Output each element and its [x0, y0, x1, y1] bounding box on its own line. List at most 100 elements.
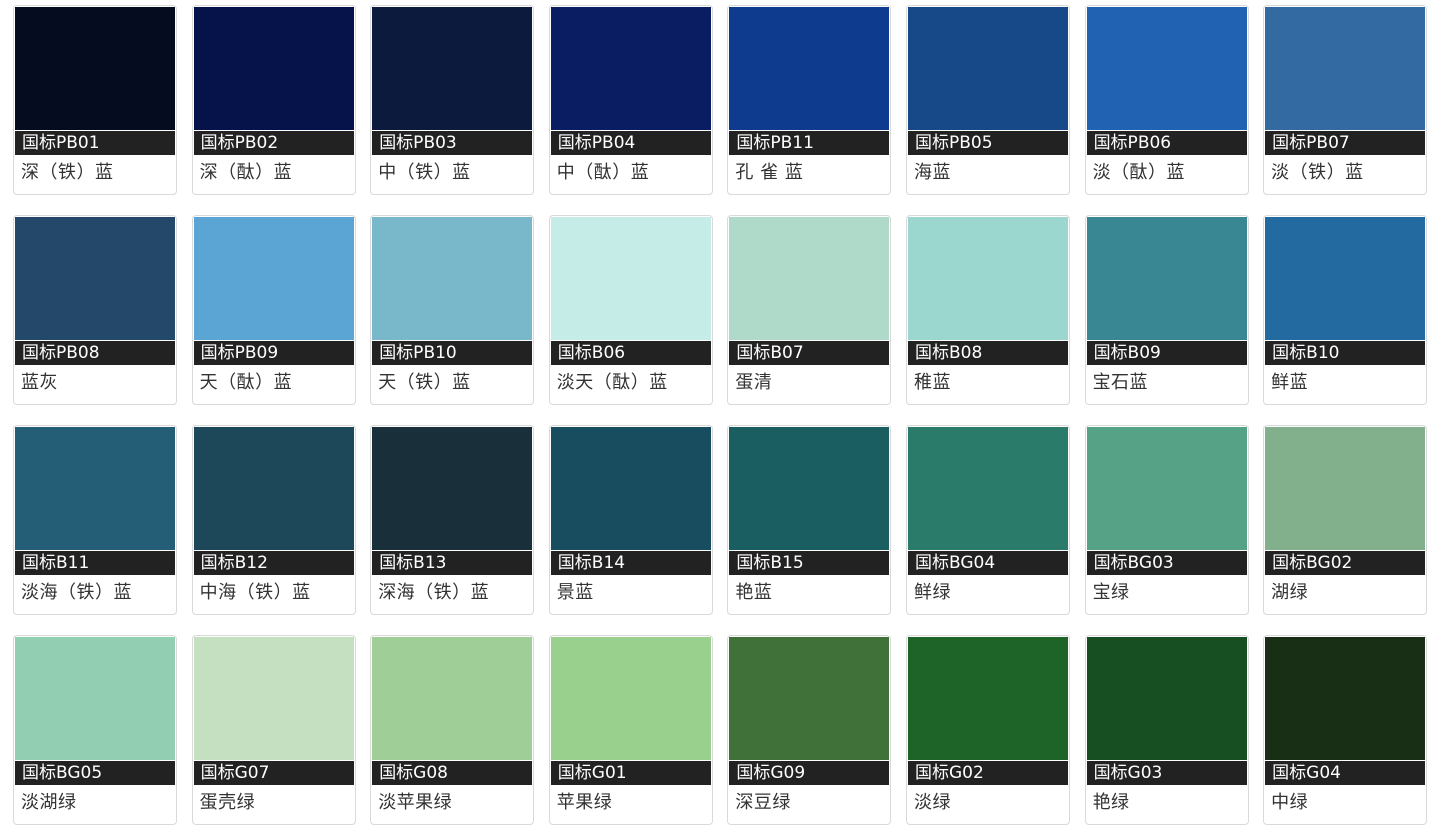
color-name-label: 中（酞）蓝	[556, 162, 650, 183]
color-chip	[1086, 7, 1247, 130]
color-chip	[550, 217, 711, 340]
color-code-label: 国标G08	[372, 761, 533, 785]
color-chip	[15, 427, 175, 550]
color-name-label: 景蓝	[556, 582, 594, 603]
color-swatch-card[interactable]: 国标B06 淡天（酞）蓝	[548, 215, 713, 405]
color-name-label: 天（铁）蓝	[378, 372, 471, 393]
color-swatch-card[interactable]: 国标B10 鲜蓝	[1263, 215, 1428, 405]
color-chip	[729, 427, 890, 550]
color-name-label: 淡海（铁）蓝	[21, 582, 132, 603]
color-name-label: 海蓝	[913, 162, 951, 183]
color-code-label: 国标PB04	[550, 131, 711, 155]
color-code-label: 国标PB01	[15, 131, 175, 155]
color-name-label: 淡（铁）蓝	[1271, 162, 1364, 183]
color-code-label: 国标BG04	[907, 551, 1068, 575]
color-code-label: 国标G02	[907, 761, 1068, 785]
color-name-label: 蓝灰	[21, 372, 58, 393]
color-code-label: 国标PB10	[372, 341, 533, 365]
color-swatch-card[interactable]: 国标B08 稚蓝	[905, 215, 1070, 405]
color-chip	[729, 217, 890, 340]
color-swatch-card[interactable]: 国标BG04 鲜绿	[905, 425, 1070, 615]
color-chip	[907, 217, 1068, 340]
color-swatch-card[interactable]: 国标B14 景蓝	[548, 425, 713, 615]
color-swatch-card[interactable]: 国标G03 艳绿	[1084, 635, 1249, 825]
color-swatch-card[interactable]: 国标G04 中绿	[1263, 635, 1428, 825]
color-chip	[907, 637, 1068, 760]
color-swatch-card[interactable]: 国标PB07 淡（铁）蓝	[1263, 5, 1428, 195]
color-name-label: 鲜蓝	[1271, 372, 1309, 393]
color-swatch-grid: 国标PB01 深（铁）蓝 国标PB02 深（酞）蓝 国标PB03 中（铁）蓝 国标PB04 中…	[13, 5, 1428, 825]
color-chip	[729, 7, 890, 130]
color-chip	[1086, 637, 1247, 760]
color-swatch-card[interactable]: 国标PB02 深（酞）蓝	[191, 5, 356, 195]
color-chip	[15, 7, 175, 130]
color-name-label: 中海（铁）蓝	[199, 582, 311, 603]
color-code-label: 国标B12	[193, 551, 354, 575]
color-code-label: 国标BG03	[1086, 551, 1247, 575]
color-swatch-card[interactable]: 国标PB08 蓝灰	[13, 215, 177, 405]
color-swatch-card[interactable]: 国标B11 淡海（铁）蓝	[13, 425, 177, 615]
color-chip	[907, 427, 1068, 550]
color-name-label: 苹果绿	[556, 792, 613, 813]
color-swatch-card[interactable]: 国标G09 深豆绿	[727, 635, 892, 825]
color-code-label: 国标PB11	[729, 131, 890, 155]
color-code-label: 国标PB07	[1265, 131, 1426, 155]
color-chip	[15, 637, 175, 760]
color-swatch-card[interactable]: 国标PB05 海蓝	[905, 5, 1070, 195]
color-swatch-card[interactable]: 国标BG05 淡湖绿	[13, 635, 177, 825]
color-swatch-card[interactable]: 国标G07 蛋壳绿	[191, 635, 356, 825]
color-name-label: 艳绿	[1092, 792, 1130, 813]
color-chip	[372, 217, 533, 340]
color-swatch-card[interactable]: 国标G08 淡苹果绿	[370, 635, 535, 825]
color-name-label: 宝绿	[1092, 582, 1130, 603]
color-code-label: 国标G03	[1086, 761, 1247, 785]
color-chip	[1265, 427, 1426, 550]
color-swatch-card[interactable]: 国标B15 艳蓝	[727, 425, 892, 615]
color-code-label: 国标PB09	[193, 341, 354, 365]
color-swatch-card[interactable]: 国标B13 深海（铁）蓝	[370, 425, 535, 615]
color-swatch-card[interactable]: 国标BG03 宝绿	[1084, 425, 1249, 615]
color-swatch-card[interactable]: 国标BG02 湖绿	[1263, 425, 1428, 615]
color-name-label: 蛋清	[735, 372, 773, 393]
color-chip	[550, 637, 711, 760]
color-swatch-card[interactable]: 国标B12 中海（铁）蓝	[191, 425, 356, 615]
color-swatch-card[interactable]: 国标G02 淡绿	[905, 635, 1070, 825]
color-name-label: 深（酞）蓝	[199, 162, 293, 183]
color-swatch-card[interactable]: 国标G01 苹果绿	[548, 635, 713, 825]
color-chip	[550, 7, 711, 130]
color-swatch-card[interactable]: 国标B09 宝石蓝	[1084, 215, 1249, 405]
color-code-label: 国标PB08	[15, 341, 175, 365]
color-swatch-card[interactable]: 国标PB03 中（铁）蓝	[370, 5, 535, 195]
color-chip	[372, 637, 533, 760]
color-chip	[193, 7, 354, 130]
color-code-label: 国标G07	[193, 761, 354, 785]
color-name-label: 蛋壳绿	[199, 792, 256, 813]
color-swatch-card[interactable]: 国标PB11 孔 雀 蓝	[727, 5, 892, 195]
color-code-label: 国标PB02	[193, 131, 354, 155]
color-name-label: 中（铁）蓝	[378, 162, 471, 183]
color-code-label: 国标B11	[15, 551, 175, 575]
color-code-label: 国标B10	[1265, 341, 1426, 365]
color-chip	[193, 637, 354, 760]
color-swatch-card[interactable]: 国标PB04 中（酞）蓝	[548, 5, 713, 195]
color-name-label: 淡苹果绿	[378, 792, 453, 813]
color-swatch-card[interactable]: 国标PB10 天（铁）蓝	[370, 215, 535, 405]
color-name-label: 深海（铁）蓝	[378, 582, 490, 603]
color-swatch-card[interactable]: 国标PB06 淡（酞）蓝	[1084, 5, 1249, 195]
color-code-label: 国标B07	[729, 341, 890, 365]
color-name-label: 湖绿	[1271, 582, 1309, 603]
color-name-label: 中绿	[1271, 792, 1309, 813]
color-swatch-card[interactable]: 国标B07 蛋清	[727, 215, 892, 405]
color-code-label: 国标G09	[729, 761, 890, 785]
color-code-label: 国标PB05	[907, 131, 1068, 155]
color-chip	[1265, 217, 1426, 340]
color-swatch-card[interactable]: 国标PB09 天（酞）蓝	[191, 215, 356, 405]
color-name-label: 淡绿	[913, 792, 951, 813]
color-chip	[193, 217, 354, 340]
color-chip	[1086, 217, 1247, 340]
color-name-label: 淡天（酞）蓝	[556, 372, 668, 393]
color-chip	[1086, 427, 1247, 550]
color-chip	[372, 7, 533, 130]
color-name-label: 宝石蓝	[1092, 372, 1149, 393]
color-swatch-card[interactable]: 国标PB01 深（铁）蓝	[13, 5, 177, 195]
